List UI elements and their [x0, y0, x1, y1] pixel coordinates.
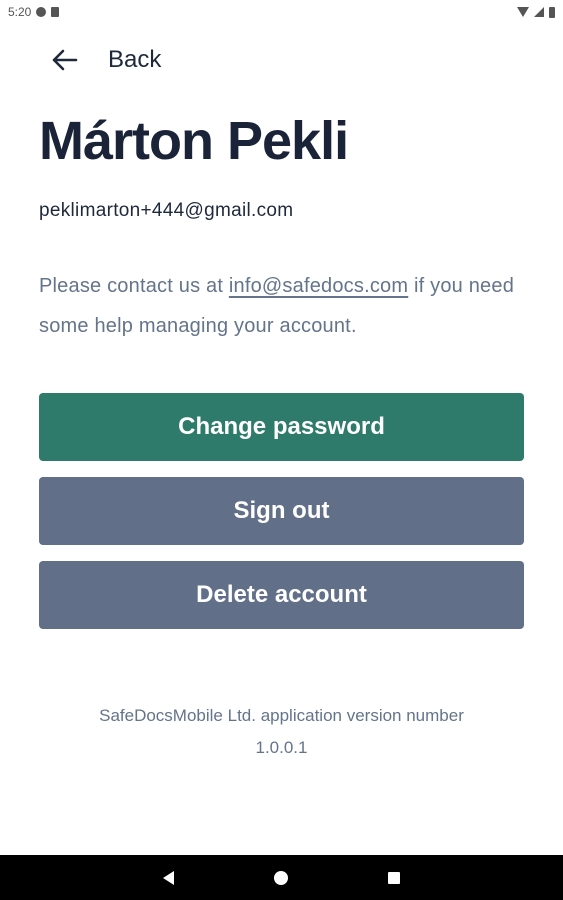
arrow-left-icon [52, 49, 78, 71]
back-button[interactable]: Back [50, 40, 161, 80]
nav-recents-icon[interactable] [388, 871, 400, 884]
battery-icon [549, 6, 555, 18]
profile-email: peklimarton+444@gmail.com [39, 200, 294, 221]
sd-card-icon [51, 7, 60, 17]
nav-home-icon[interactable] [274, 870, 288, 885]
help-text-before: Please contact us at [39, 275, 229, 297]
help-text: Please contact us at info@safedocs.com i… [39, 266, 529, 346]
sign-out-button[interactable]: Sign out [39, 477, 524, 545]
version-text: SafeDocsMobile Ltd. application version … [99, 706, 464, 725]
sync-icon [36, 7, 47, 17]
navigation-bar [0, 855, 563, 900]
version-info: SafeDocsMobile Ltd. application version … [39, 700, 524, 764]
version-number: 1.0.0.1 [255, 738, 308, 757]
status-left: 5:20 [8, 5, 60, 19]
wifi-icon [517, 7, 529, 17]
profile-name: Márton Pekli [39, 111, 349, 171]
back-label: Back [108, 46, 162, 73]
nav-back-icon[interactable] [163, 870, 174, 885]
status-right [517, 6, 555, 18]
signal-icon [534, 7, 544, 17]
status-bar: 5:20 [0, 0, 563, 24]
delete-account-button[interactable]: Delete account [39, 561, 524, 629]
status-time: 5:20 [8, 5, 32, 19]
change-password-button[interactable]: Change password [39, 393, 524, 461]
contact-email-link[interactable]: info@safedocs.com [229, 275, 408, 297]
